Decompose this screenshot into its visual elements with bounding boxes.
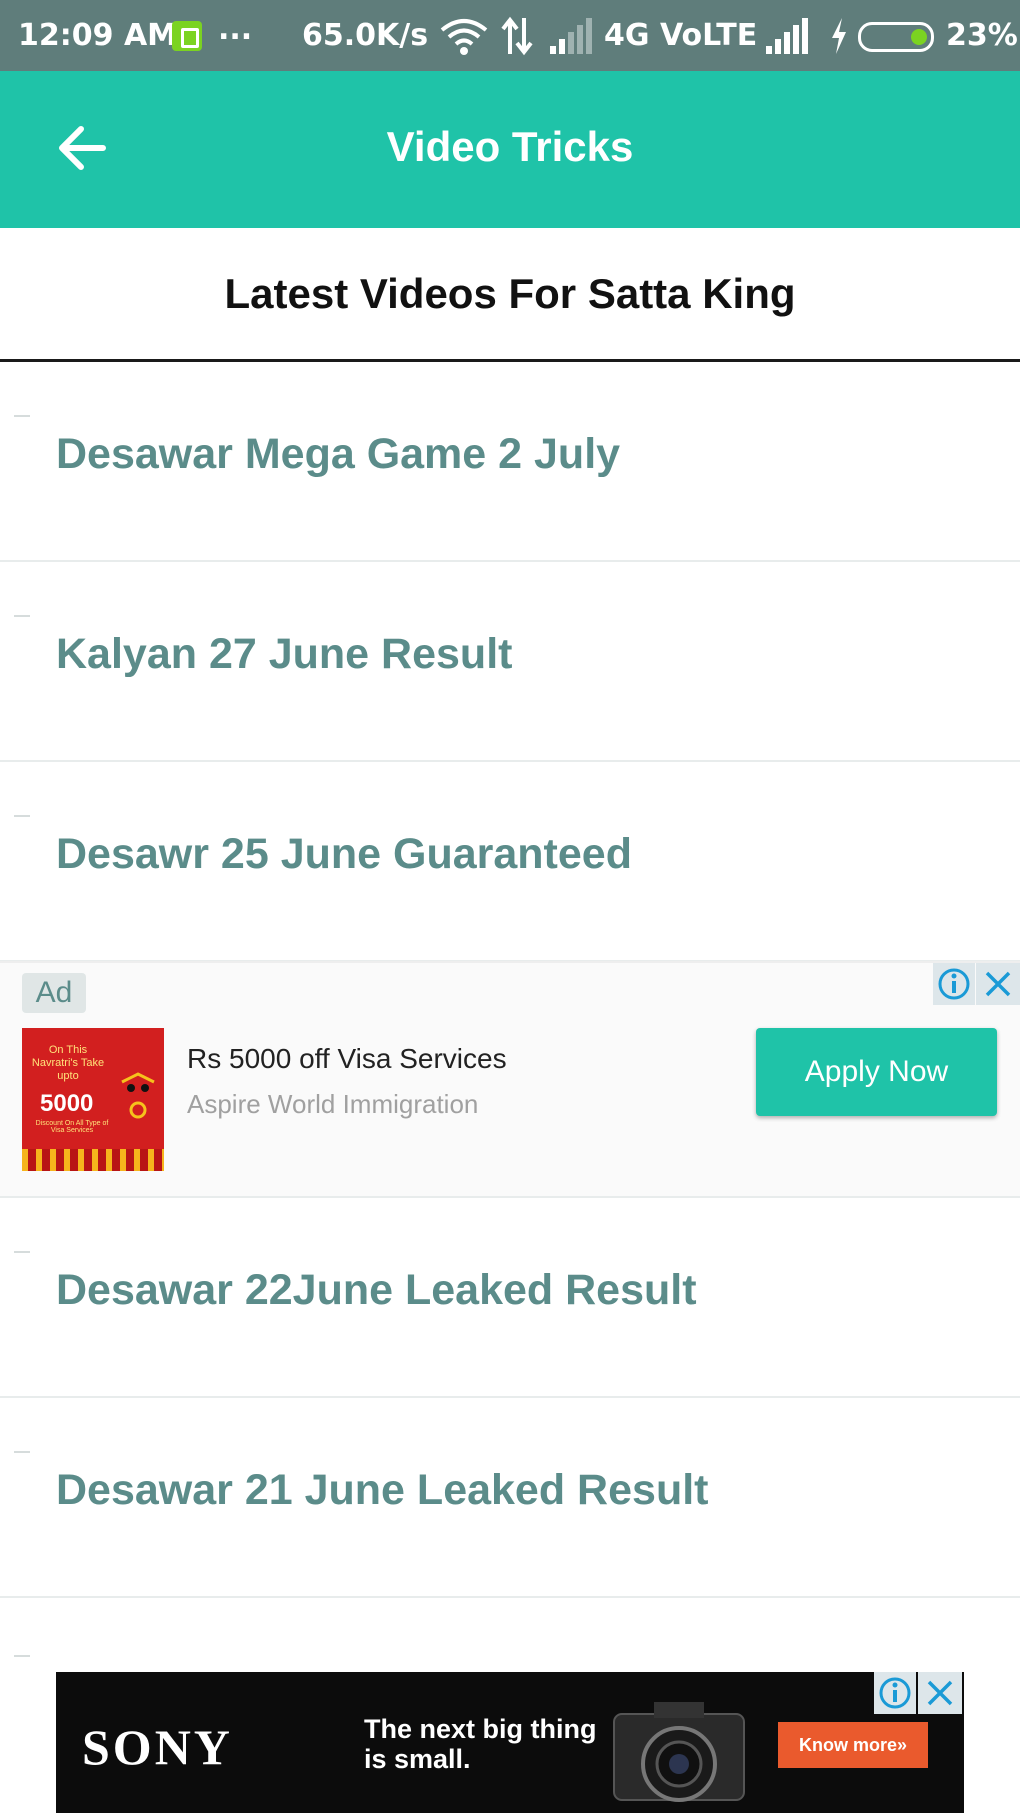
status-more: ...: [218, 12, 253, 47]
sim-icon: [172, 21, 202, 51]
divider-mark: [14, 1451, 30, 1453]
data-transfer-icon: [501, 16, 533, 56]
close-icon: [985, 971, 1011, 997]
banner-close-button[interactable]: [918, 1672, 962, 1714]
divider-mark: [14, 815, 30, 817]
ad-image-text: On This Navratri's Take upto: [31, 1044, 105, 1082]
ad-advertiser: Aspire World Immigration: [187, 1089, 479, 1119]
banner-tagline-line: The next big thing: [364, 1714, 597, 1744]
app-bar: Video Tricks: [0, 71, 1020, 228]
signal-strong-icon: [766, 18, 808, 54]
network-type: 4G VoLTE: [604, 18, 758, 53]
ad-image-subtext: Discount On All Type of Visa Services: [35, 1120, 109, 1134]
signal-weak-icon: [550, 18, 592, 54]
list-item[interactable]: Desawr 25 June Guaranteed: [0, 762, 1020, 962]
page-title: Video Tricks: [386, 123, 634, 170]
info-icon: [879, 1677, 911, 1709]
banner-tagline-line: is small.: [364, 1744, 471, 1774]
list-item-label: Desawr 25 June Guaranteed: [56, 830, 632, 878]
ad-badge: Ad: [22, 973, 86, 1013]
apply-now-button[interactable]: Apply Now: [756, 1028, 997, 1116]
info-icon: [938, 968, 970, 1000]
wifi-icon: [440, 19, 488, 55]
list-item[interactable]: Desawar 21 June Leaked Result: [0, 1398, 1020, 1598]
network-speed: 65.0K/s: [302, 18, 429, 53]
list-item-label: Desawar 22June Leaked Result: [56, 1266, 697, 1314]
ad-title[interactable]: Rs 5000 off Visa Services: [187, 1043, 507, 1075]
native-ad[interactable]: Ad On This Navratri's Take upto 5000 Dis…: [0, 961, 1020, 1198]
battery-percent: 23%: [946, 18, 1018, 53]
divider-mark: [14, 415, 30, 417]
list-item[interactable]: Desawar Mega Game 2 July: [0, 362, 1020, 562]
ad-image[interactable]: On This Navratri's Take upto 5000 Discou…: [22, 1028, 164, 1171]
brand-logo: SONY: [82, 1719, 233, 1775]
list-item-label: Desawar 21 June Leaked Result: [56, 1466, 709, 1514]
ad-close-button[interactable]: [976, 963, 1020, 1005]
list-item[interactable]: Desawar 22June Leaked Result: [0, 1198, 1020, 1398]
section-header: Latest Videos For Satta King: [0, 228, 1020, 362]
banner-tagline: The next big thing is small.: [364, 1714, 596, 1774]
close-icon: [927, 1680, 953, 1706]
battery-icon: [858, 22, 934, 52]
list-item-label: Kalyan 27 June Result: [56, 630, 513, 678]
goddess-icon: [121, 1072, 155, 1119]
status-time: 12:09 AM: [18, 18, 178, 53]
know-more-button[interactable]: Know more»: [778, 1722, 928, 1768]
list-item[interactable]: Kalyan 27 June Result: [0, 562, 1020, 762]
divider-mark: [14, 1655, 30, 1657]
divider-mark: [14, 615, 30, 617]
lamps-decoration: [22, 1149, 164, 1171]
ad-info-button[interactable]: [933, 963, 975, 1005]
charging-icon: [832, 18, 846, 54]
list-item-label: Desawar Mega Game 2 July: [56, 430, 621, 478]
status-bar: 12:09 AM ... 65.0K/s 4G VoLTE 23%: [0, 0, 1020, 71]
ad-image-amount: 5000: [40, 1090, 94, 1117]
banner-ad[interactable]: SONY The next big thing is small. Know m…: [56, 1672, 964, 1813]
section-title: Latest Videos For Satta King: [224, 270, 796, 317]
divider-mark: [14, 1251, 30, 1253]
banner-info-button[interactable]: [874, 1672, 916, 1714]
camera-icon: [613, 1702, 745, 1802]
